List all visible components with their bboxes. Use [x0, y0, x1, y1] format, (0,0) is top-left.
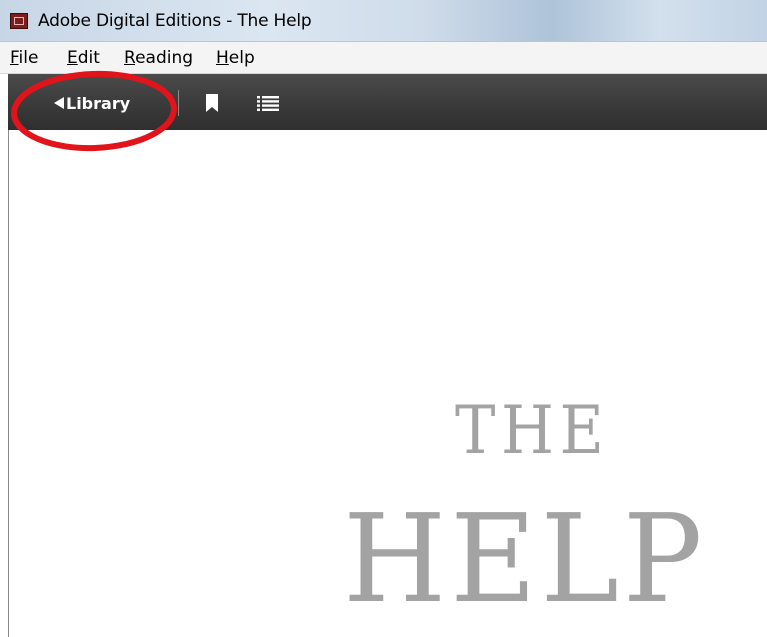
book-page[interactable]: THE HELP	[8, 130, 767, 637]
menu-reading-mnemonic: R	[124, 48, 136, 68]
table-of-contents-icon	[257, 96, 279, 111]
book-title-line-2: HELP	[343, 488, 707, 630]
adobe-digital-editions-icon[interactable]	[10, 13, 28, 29]
menu-help-mnemonic: H	[216, 48, 229, 68]
window-title: Adobe Digital Editions - The Help	[38, 11, 312, 31]
menu-help[interactable]: Help	[216, 48, 255, 68]
menu-edit-mnemonic: E	[67, 48, 78, 68]
book-title-line-1: THE	[455, 392, 610, 469]
menu-help-label: elp	[228, 48, 255, 68]
bookmark-icon	[206, 94, 218, 112]
library-button[interactable]: Library	[54, 92, 130, 114]
reading-toolbar: Library	[8, 74, 767, 130]
menu-edit[interactable]: Edit	[67, 48, 100, 68]
menu-reading[interactable]: Reading	[124, 48, 193, 68]
back-arrow-icon	[54, 97, 64, 109]
menu-file-label: ile	[18, 48, 39, 68]
title-bar[interactable]: Adobe Digital Editions - The Help	[0, 0, 767, 42]
menu-edit-label: dit	[77, 48, 100, 68]
library-button-label: Library	[66, 93, 131, 113]
menu-file[interactable]: File	[10, 48, 38, 68]
menu-file-mnemonic: F	[10, 48, 19, 68]
toolbar-divider	[178, 90, 179, 116]
app-window: Adobe Digital Editions - The Help File E…	[0, 0, 767, 637]
table-of-contents-button[interactable]	[257, 95, 279, 111]
menu-bar: File Edit Reading Help	[0, 42, 767, 74]
bookmark-button[interactable]	[205, 93, 219, 113]
menu-reading-label: eading	[135, 48, 194, 68]
